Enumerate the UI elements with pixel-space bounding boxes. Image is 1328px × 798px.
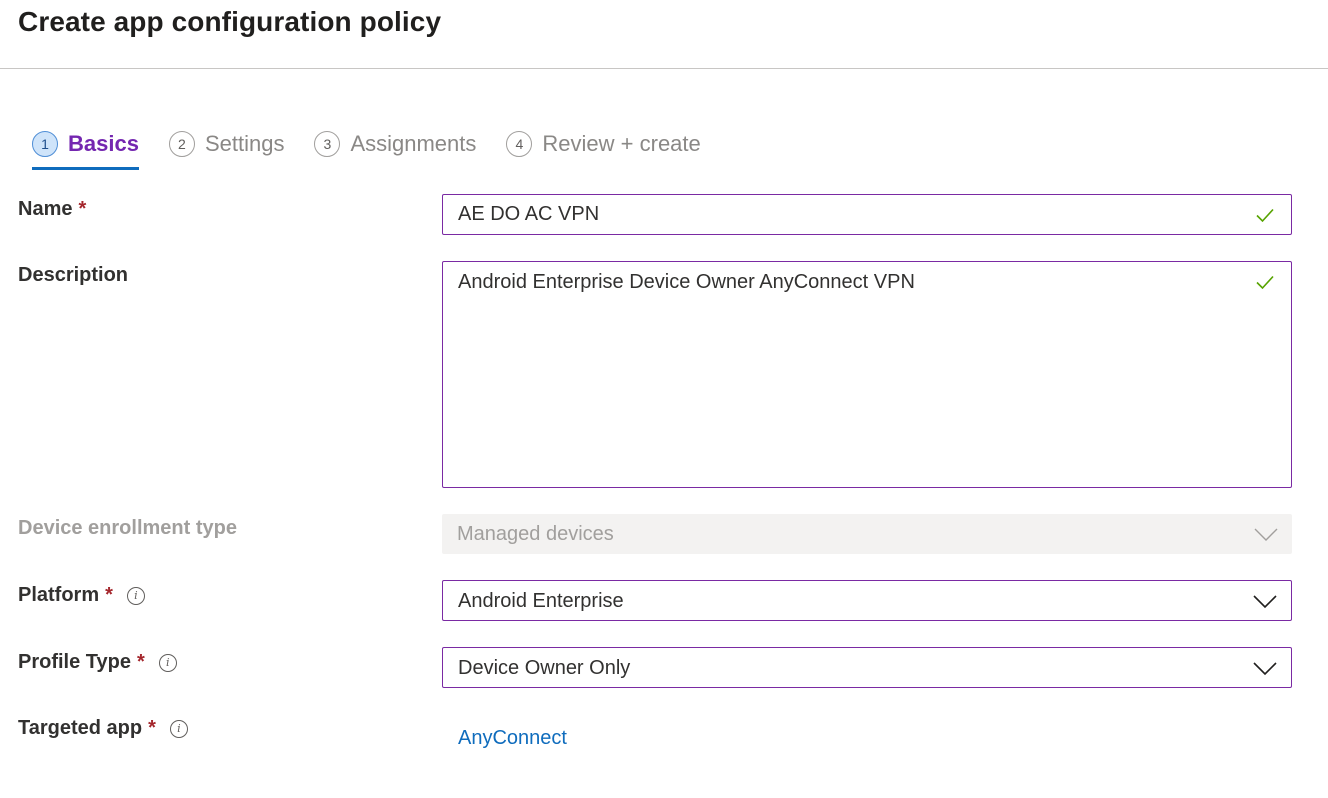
chevron-down-icon bbox=[1254, 528, 1278, 541]
step-number: 3 bbox=[314, 131, 341, 157]
step-basics[interactable]: 1 Basics bbox=[32, 124, 139, 170]
profile-type-label-text: Profile Type bbox=[18, 651, 131, 673]
profile-type-value: Device Owner Only bbox=[458, 657, 631, 679]
info-icon[interactable]: i bbox=[169, 719, 188, 738]
chevron-down-icon bbox=[1253, 662, 1277, 676]
checkmark-icon bbox=[1256, 275, 1274, 290]
step-assignments[interactable]: 3 Assignments bbox=[314, 124, 476, 164]
name-label-text: Name bbox=[18, 198, 73, 220]
enrollment-type-label-text: Device enrollment type bbox=[18, 517, 237, 539]
step-settings[interactable]: 2 Settings bbox=[168, 124, 285, 164]
enrollment-type-value: Managed devices bbox=[457, 523, 614, 545]
profile-type-dropdown[interactable]: Device Owner Only bbox=[442, 647, 1292, 688]
required-star: * bbox=[105, 584, 113, 606]
required-star: * bbox=[137, 651, 145, 673]
enrollment-type-dropdown: Managed devices bbox=[442, 514, 1292, 554]
step-label: Assignments bbox=[350, 131, 477, 156]
page-title: Create app configuration policy bbox=[18, 6, 442, 37]
targeted-app-link[interactable]: AnyConnect bbox=[458, 727, 567, 750]
description-value: Android Enterprise Device Owner AnyConne… bbox=[458, 271, 915, 293]
step-number: 1 bbox=[32, 131, 58, 157]
description-label: Description bbox=[18, 264, 128, 287]
step-label: Basics bbox=[68, 131, 139, 156]
header-divider bbox=[0, 68, 1328, 69]
required-star: * bbox=[78, 198, 87, 220]
name-label: Name * bbox=[18, 198, 86, 221]
wizard-steps: 1 Basics 2 Settings 3 Assignments 4 Revi… bbox=[32, 124, 731, 170]
platform-label-text: Platform bbox=[18, 584, 100, 606]
targeted-app-label: Targeted app * i bbox=[18, 717, 188, 740]
info-icon[interactable]: i bbox=[126, 586, 145, 605]
targeted-app-label-text: Targeted app bbox=[18, 717, 143, 739]
name-input[interactable]: AE DO AC VPN bbox=[442, 194, 1292, 235]
chevron-down-icon bbox=[1253, 595, 1277, 609]
platform-dropdown[interactable]: Android Enterprise bbox=[442, 580, 1292, 621]
enrollment-type-label: Device enrollment type bbox=[18, 517, 237, 540]
checkmark-icon bbox=[1256, 208, 1274, 223]
required-star: * bbox=[148, 717, 156, 739]
step-number: 4 bbox=[506, 131, 533, 157]
step-number: 2 bbox=[168, 131, 195, 157]
platform-value: Android Enterprise bbox=[458, 590, 624, 612]
step-label: Review + create bbox=[542, 131, 701, 156]
step-label: Settings bbox=[204, 131, 285, 156]
info-icon[interactable]: i bbox=[158, 653, 177, 672]
description-textarea[interactable]: Android Enterprise Device Owner AnyConne… bbox=[442, 261, 1292, 488]
platform-label: Platform * i bbox=[18, 584, 145, 607]
description-label-text: Description bbox=[18, 264, 129, 286]
step-review-create[interactable]: 4 Review + create bbox=[506, 124, 701, 164]
profile-type-label: Profile Type * i bbox=[18, 651, 177, 674]
name-input-value: AE DO AC VPN bbox=[458, 203, 600, 225]
